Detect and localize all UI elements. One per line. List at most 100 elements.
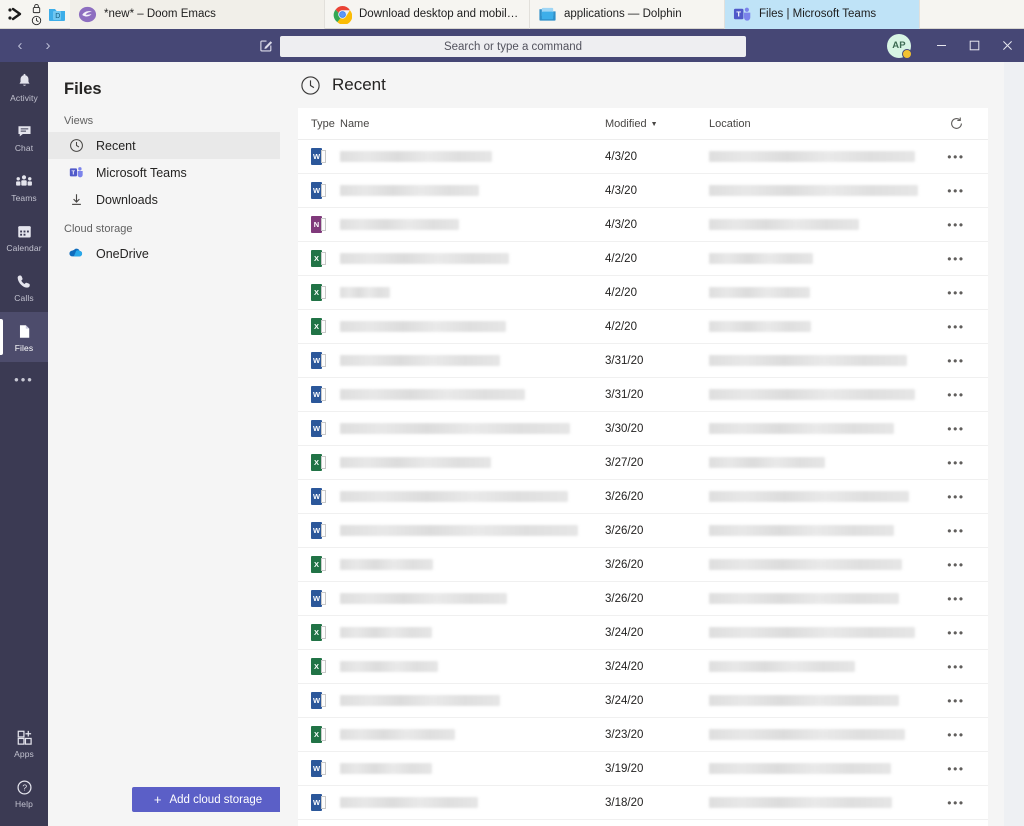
maximize-button[interactable] [958,29,991,62]
sidebar-item-downloads[interactable]: Downloads [48,186,280,213]
rail-item-files[interactable]: Files [0,312,48,362]
refresh-button[interactable] [924,116,988,131]
taskbar-task-emacs[interactable]: *new* – Doom Emacs [70,0,325,29]
table-row[interactable]: X 3/24/20 ••• [298,616,988,650]
column-header-modified[interactable]: Modified ▼ [605,118,709,130]
taskbar-task-teams[interactable]: T Files | Microsoft Teams [725,0,920,29]
table-row[interactable]: W 3/24/20 ••• [298,684,988,718]
row-more-options-button[interactable]: ••• [924,219,988,231]
file-location-cell[interactable] [709,729,924,740]
row-more-options-button[interactable]: ••• [924,457,988,469]
file-location-cell[interactable] [709,559,924,570]
file-location-cell[interactable] [709,355,924,366]
file-name-cell[interactable] [340,457,605,468]
table-row[interactable]: X 4/2/20 ••• [298,276,988,310]
file-name-cell[interactable] [340,219,605,230]
row-more-options-button[interactable]: ••• [924,389,988,401]
sidebar-item-onedrive[interactable]: OneDrive [48,240,280,267]
file-location-cell[interactable] [709,253,924,264]
column-header-name[interactable]: Name [340,118,605,130]
table-row[interactable]: W 3/18/20 ••• [298,786,988,820]
row-more-options-button[interactable]: ••• [924,151,988,163]
table-row[interactable]: W 4/3/20 ••• [298,174,988,208]
table-row[interactable]: X 3/27/20 ••• [298,446,988,480]
table-row[interactable]: W 3/30/20 ••• [298,412,988,446]
row-more-options-button[interactable]: ••• [924,661,988,673]
row-more-options-button[interactable]: ••• [924,729,988,741]
row-more-options-button[interactable]: ••• [924,253,988,265]
table-row[interactable]: W 3/19/20 ••• [298,752,988,786]
file-location-cell[interactable] [709,151,924,162]
file-location-cell[interactable] [709,695,924,706]
table-row[interactable]: W 3/26/20 ••• [298,582,988,616]
row-more-options-button[interactable]: ••• [924,287,988,299]
file-location-cell[interactable] [709,389,924,400]
taskbar-task-dolphin[interactable]: applications — Dolphin [530,0,725,29]
table-row[interactable]: W 3/31/20 ••• [298,344,988,378]
rail-item-chat[interactable]: Chat [0,112,48,162]
file-name-cell[interactable] [340,695,605,706]
taskbar-lock-clock-icons[interactable] [29,3,44,26]
row-more-options-button[interactable]: ••• [924,695,988,707]
table-row[interactable]: X 4/2/20 ••• [298,242,988,276]
table-row[interactable]: X 3/24/20 ••• [298,650,988,684]
file-name-cell[interactable] [340,287,605,298]
file-name-cell[interactable] [340,185,605,196]
row-more-options-button[interactable]: ••• [924,627,988,639]
file-location-cell[interactable] [709,457,924,468]
column-header-location[interactable]: Location [709,118,924,130]
file-name-cell[interactable] [340,253,605,264]
file-name-cell[interactable] [340,729,605,740]
table-row[interactable]: X 3/26/20 ••• [298,548,988,582]
file-name-cell[interactable] [340,389,605,400]
table-row[interactable]: X 3/23/20 ••• [298,718,988,752]
file-manager-icon[interactable]: D [47,4,67,24]
file-name-cell[interactable] [340,355,605,366]
file-name-cell[interactable] [340,593,605,604]
rail-item-teams[interactable]: Teams [0,162,48,212]
sidebar-item-microsoft-teams[interactable]: T Microsoft Teams [48,159,280,186]
table-row[interactable]: W 3/26/20 ••• [298,480,988,514]
minimize-button[interactable] [925,29,958,62]
file-name-cell[interactable] [340,491,605,502]
file-location-cell[interactable] [709,185,924,196]
row-more-options-button[interactable]: ••• [924,763,988,775]
compose-icon[interactable] [256,36,276,56]
file-name-cell[interactable] [340,559,605,570]
forward-arrow-icon[interactable]: › [40,38,56,53]
row-more-options-button[interactable]: ••• [924,797,988,809]
close-button[interactable] [991,29,1024,62]
search-input[interactable]: Search or type a command [280,36,746,57]
rail-item-apps[interactable]: Apps [0,718,48,768]
file-location-cell[interactable] [709,763,924,774]
row-more-options-button[interactable]: ••• [924,491,988,503]
rail-item-calls[interactable]: Calls [0,262,48,312]
avatar[interactable]: AP [887,33,912,59]
column-header-type[interactable]: Type [298,118,340,130]
file-name-cell[interactable] [340,627,605,638]
row-more-options-button[interactable]: ••• [924,423,988,435]
file-location-cell[interactable] [709,491,924,502]
file-location-cell[interactable] [709,593,924,604]
rail-item-activity[interactable]: Activity [0,62,48,112]
file-location-cell[interactable] [709,321,924,332]
row-more-options-button[interactable]: ••• [924,355,988,367]
file-name-cell[interactable] [340,661,605,672]
table-row[interactable]: W 4/3/20 ••• [298,140,988,174]
row-more-options-button[interactable]: ••• [924,185,988,197]
row-more-options-button[interactable]: ••• [924,321,988,333]
row-more-options-button[interactable]: ••• [924,525,988,537]
table-row[interactable]: W 3/31/20 ••• [298,378,988,412]
table-row[interactable]: W 3/26/20 ••• [298,514,988,548]
file-location-cell[interactable] [709,219,924,230]
add-cloud-storage-button[interactable]: + Add cloud storage [132,787,284,812]
file-location-cell[interactable] [709,287,924,298]
file-name-cell[interactable] [340,423,605,434]
table-row[interactable]: N 4/3/20 ••• [298,208,988,242]
taskbar-task-chrome[interactable]: Download desktop and mobile app... [325,0,530,29]
sidebar-item-recent[interactable]: Recent [48,132,280,159]
file-name-cell[interactable] [340,525,605,536]
file-location-cell[interactable] [709,423,924,434]
row-more-options-button[interactable]: ••• [924,559,988,571]
file-name-cell[interactable] [340,151,605,162]
